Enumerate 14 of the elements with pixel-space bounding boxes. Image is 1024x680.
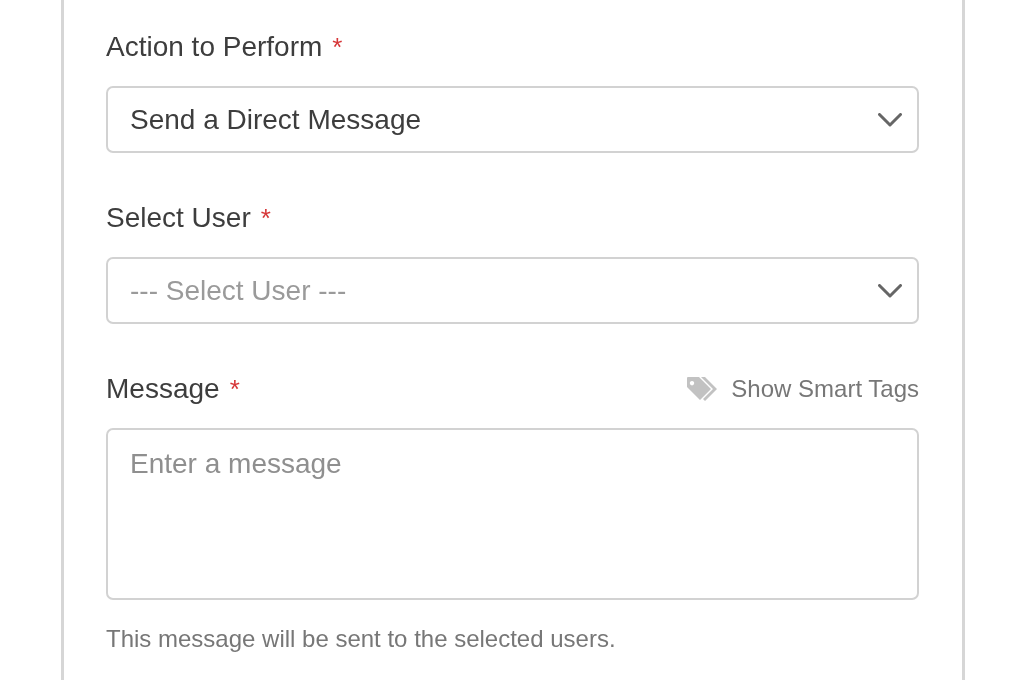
required-mark: * [229, 373, 240, 406]
tags-icon [686, 376, 719, 402]
smart-tags-link[interactable]: Show Smart Tags [686, 373, 919, 405]
chevron-icon [878, 113, 902, 127]
help-text: This message will be sent to the selected users. [106, 624, 617, 654]
dropdown-field[interactable]: Send a Direct Message [106, 86, 919, 153]
field-label: Select User [106, 201, 251, 235]
chevron-icon [878, 284, 902, 298]
required-mark: * [260, 202, 271, 235]
required-mark: * [332, 31, 343, 64]
message-field[interactable]: Enter a message [106, 428, 919, 600]
dropdown-field[interactable]: --- Select User --- [106, 257, 919, 324]
field-label: Message [106, 372, 220, 406]
field-label: Action to Perform [106, 30, 323, 64]
